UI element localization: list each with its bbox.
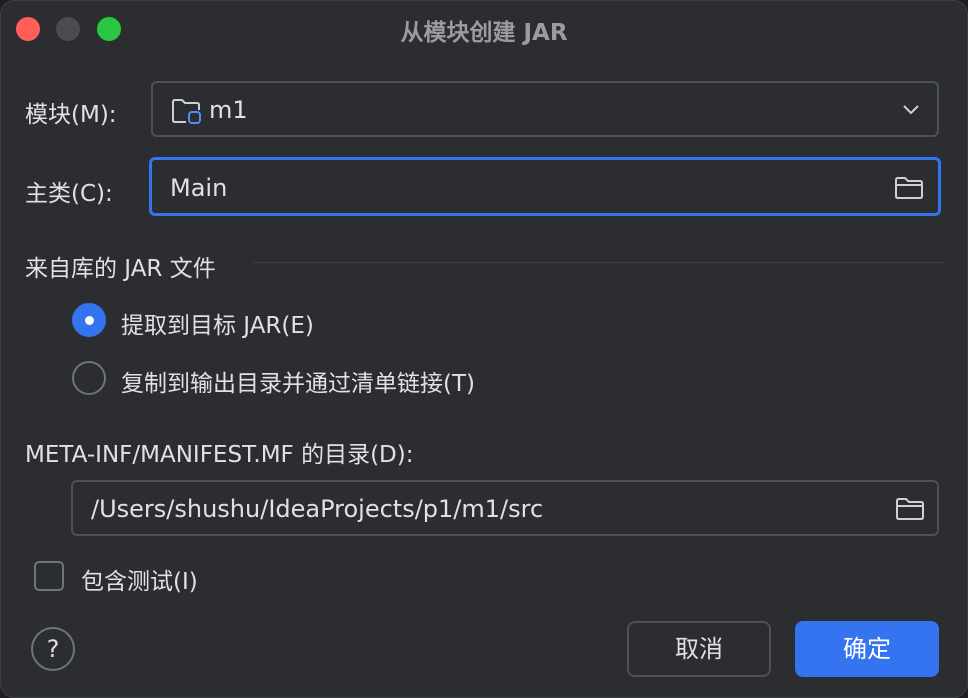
module-select[interactable]: m1 (151, 81, 939, 137)
extract-radio-label[interactable]: 提取到目标 JAR(E) (121, 306, 314, 340)
copy-link-radio-label[interactable]: 复制到输出目录并通过清单链接(T) (121, 364, 475, 398)
copy-link-radio[interactable] (72, 361, 106, 395)
main-class-value: Main (170, 174, 228, 202)
module-folder-icon (171, 97, 203, 129)
help-button[interactable]: ? (31, 627, 75, 671)
jar-section-title: 来自库的 JAR 文件 (25, 256, 216, 282)
section-divider (253, 262, 945, 263)
create-jar-dialog: 从模块创建 JAR 模块(M): m1 主类(C): Main 来自库的 JAR… (0, 0, 968, 698)
module-label: 模块(M): (25, 102, 117, 128)
chevron-down-icon (901, 101, 921, 120)
cancel-button[interactable]: 取消 (627, 621, 771, 677)
include-tests-label[interactable]: 包含测试(I) (81, 562, 198, 596)
manifest-dir-input[interactable]: /Users/shushu/IdeaProjects/p1/m1/src (71, 480, 939, 536)
include-tests-checkbox[interactable] (34, 561, 64, 591)
main-class-label: 主类(C): (25, 181, 113, 207)
folder-icon[interactable] (895, 496, 925, 526)
main-class-input[interactable]: Main (149, 157, 941, 216)
dialog-title: 从模块创建 JAR (400, 20, 568, 46)
title-bar: 从模块创建 JAR (1, 1, 967, 55)
module-value: m1 (209, 96, 248, 124)
manifest-dir-label: META-INF/MANIFEST.MF 的目录(D): (25, 442, 414, 468)
manifest-dir-value: /Users/shushu/IdeaProjects/p1/m1/src (91, 495, 544, 523)
folder-icon[interactable] (894, 175, 924, 205)
extract-radio[interactable] (72, 303, 106, 337)
ok-button[interactable]: 确定 (795, 621, 939, 677)
